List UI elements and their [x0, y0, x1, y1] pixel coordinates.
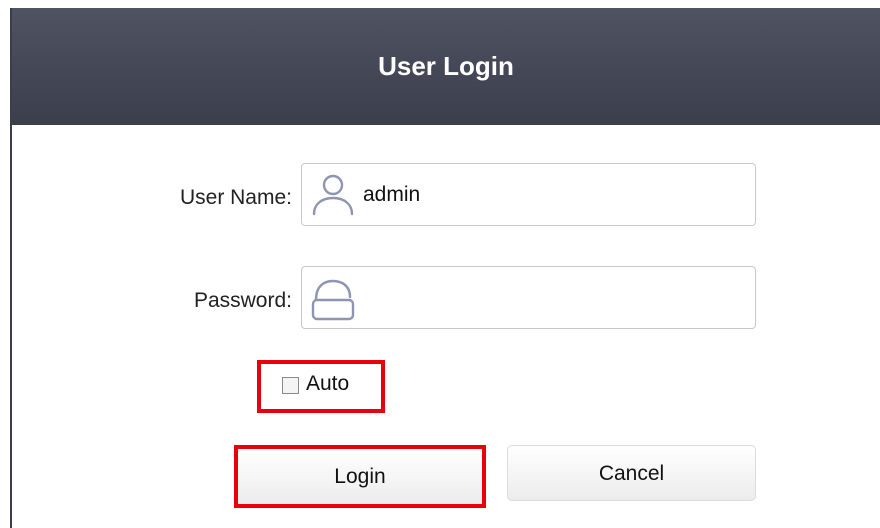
- username-value: admin: [363, 183, 421, 206]
- login-button-label: Login: [334, 465, 386, 488]
- auto-checkbox[interactable]: [282, 377, 299, 394]
- login-dialog: User Login User Name: admin Password: Au…: [10, 8, 880, 528]
- cancel-button-label: Cancel: [598, 462, 665, 485]
- user-icon: [310, 170, 356, 220]
- login-button[interactable]: Login: [234, 445, 486, 508]
- cancel-button[interactable]: Cancel: [507, 445, 756, 501]
- password-field[interactable]: [301, 266, 756, 329]
- dialog-title: User Login: [378, 51, 514, 81]
- dialog-titlebar: User Login: [12, 8, 880, 125]
- auto-label[interactable]: Auto: [306, 372, 349, 396]
- username-field[interactable]: admin: [301, 163, 756, 226]
- lock-icon: [310, 273, 356, 323]
- password-label: Password:: [193, 289, 292, 312]
- username-label: User Name:: [179, 186, 292, 209]
